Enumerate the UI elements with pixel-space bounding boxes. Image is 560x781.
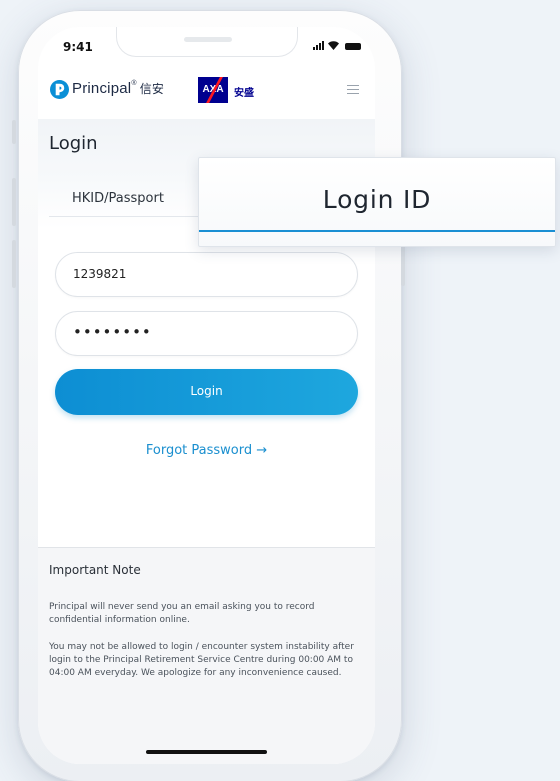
important-note-section: Important Note Principal will never send… bbox=[38, 547, 375, 764]
registered-mark-icon: ® bbox=[131, 80, 137, 87]
signal-icon bbox=[313, 41, 324, 50]
tab-hkid-passport[interactable]: HKID/Passport bbox=[72, 191, 164, 206]
phone-screen: 9:41 Principal®信安 AXA 安盛 Login HKID/Pa bbox=[38, 27, 375, 764]
phone-notch bbox=[116, 27, 298, 57]
phone-volume-down-button bbox=[12, 240, 16, 288]
partner-name-cn: 安盛 bbox=[234, 88, 254, 99]
callout-underline bbox=[199, 230, 555, 232]
forgot-password-link[interactable]: Forgot Password → bbox=[146, 443, 267, 458]
login-id-callout: Login ID bbox=[198, 157, 556, 247]
note-title: Important Note bbox=[49, 563, 141, 577]
battery-icon bbox=[345, 43, 361, 50]
wifi-icon bbox=[328, 41, 339, 50]
hamburger-menu-icon[interactable] bbox=[347, 85, 359, 94]
login-id-input[interactable]: 1239821 bbox=[55, 252, 358, 297]
phone-side-button bbox=[12, 120, 16, 144]
principal-logo-icon[interactable] bbox=[50, 80, 69, 99]
forgot-password-row: Forgot Password → bbox=[38, 439, 375, 458]
phone-volume-up-button bbox=[12, 178, 16, 226]
axa-logo[interactable]: AXA bbox=[198, 77, 228, 103]
brand-name: Principal® 信安 bbox=[72, 80, 164, 97]
login-id-value: 1239821 bbox=[73, 267, 127, 281]
status-icons bbox=[313, 41, 361, 50]
login-button-label: Login bbox=[190, 384, 223, 398]
password-input[interactable]: •••••••• bbox=[55, 311, 358, 356]
callout-label: Login ID bbox=[322, 185, 432, 214]
brand-name-text: Principal bbox=[72, 80, 132, 97]
page-title: Login bbox=[49, 133, 98, 154]
login-button[interactable]: Login bbox=[55, 369, 358, 415]
notch-speaker bbox=[184, 37, 232, 42]
app-header: Principal®信安 AXA 安盛 bbox=[38, 71, 375, 119]
password-value: •••••••• bbox=[73, 323, 152, 341]
brand-name-cn: 信安 bbox=[139, 82, 165, 96]
status-time: 9:41 bbox=[63, 40, 93, 54]
note-paragraph-1: Principal will never send you an email a… bbox=[49, 602, 315, 625]
home-indicator[interactable] bbox=[146, 750, 267, 754]
note-paragraph-2: You may not be allowed to login / encoun… bbox=[49, 642, 354, 678]
